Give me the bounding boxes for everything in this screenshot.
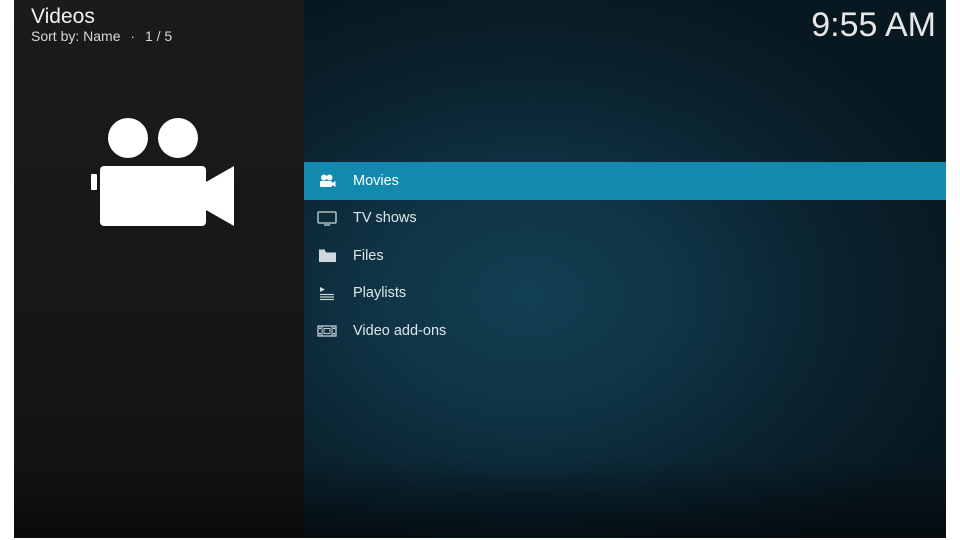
movie-people-icon [316,173,338,189]
folder-icon [316,248,338,264]
tv-icon [316,210,338,226]
sort-separator: · [130,28,136,44]
menu-item-label: Video add-ons [353,322,447,339]
menu-item-video-addons[interactable]: Video add-ons [304,312,946,350]
kodi-screen: Videos Sort by: Name · 1 / 5 9:55 AM Mov… [14,0,946,538]
sort-info: Sort by: Name · 1 / 5 [31,28,172,44]
menu-item-files[interactable]: Files [304,237,946,275]
film-strip-icon [316,323,338,339]
left-panel: Videos Sort by: Name · 1 / 5 [14,0,304,538]
menu-item-movies[interactable]: Movies [304,162,946,200]
menu-item-label: Playlists [353,285,407,302]
clock: 9:55 AM [811,6,936,44]
menu-item-playlists[interactable]: Playlists [304,275,946,313]
menu-item-label: Movies [353,172,399,189]
menu-item-label: TV shows [353,210,417,227]
menu-item-tv-shows[interactable]: TV shows [304,200,946,238]
item-position: 1 / 5 [144,28,173,44]
video-camera-icon [91,118,234,226]
sort-label[interactable]: Sort by: Name [31,28,120,44]
menu-item-label: Files [353,247,384,264]
main-menu: Movies TV shows Files Playlists Video ad… [304,162,946,350]
playlist-icon [316,285,338,301]
page-title: Videos [31,5,95,28]
